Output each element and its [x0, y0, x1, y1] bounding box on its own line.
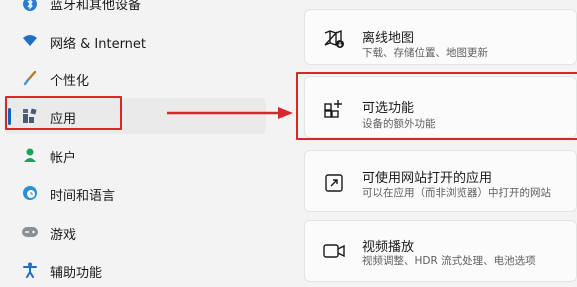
annotation-highlight-optional-features	[296, 72, 577, 140]
sidebar-item-label: 辅助功能	[50, 266, 103, 281]
sidebar-item-time-language[interactable]: 时间和语言	[4, 175, 266, 211]
card-video-playback[interactable]: 视频播放 视频调整、HDR 流式处理、电池选项	[304, 220, 577, 282]
card-title: 可使用网站打开的应用	[362, 171, 493, 186]
card-subtitle: 可以在应用（而非浏览器）中打开的网站	[362, 187, 551, 199]
sidebar-item-gaming[interactable]: 游戏	[4, 214, 266, 250]
card-subtitle: 视频调整、HDR 流式处理、电池选项	[362, 255, 536, 267]
brush-icon	[21, 69, 39, 87]
sidebar-item-label: 蓝牙和其他设备	[50, 0, 142, 13]
sidebar-item-network[interactable]: 网络 & Internet	[4, 23, 266, 59]
bluetooth-icon	[21, 0, 39, 13]
accessibility-icon	[21, 261, 39, 279]
card-apps-for-websites[interactable]: 可使用网站打开的应用 可以在应用（而非浏览器）中打开的网站	[304, 150, 577, 212]
sidebar-item-label: 游戏	[50, 228, 77, 243]
card-offline-maps[interactable]: 离线地图 下载、存储位置、地图更新	[304, 9, 577, 65]
sidebar-item-label: 网络 & Internet	[50, 37, 147, 52]
sidebar-item-label: 个性化	[50, 74, 90, 89]
person-icon	[21, 146, 39, 164]
video-icon	[322, 239, 346, 263]
open-in-app-icon	[322, 171, 346, 195]
sidebar-item-label: 帐户	[50, 151, 77, 166]
offline-map-icon	[322, 27, 346, 51]
wifi-icon	[21, 32, 39, 50]
sidebar-item-personalization[interactable]: 个性化	[4, 60, 266, 96]
sidebar-item-accounts[interactable]: 帐户	[4, 137, 266, 173]
sidebar-item-bluetooth[interactable]: 蓝牙和其他设备	[4, 0, 266, 22]
gamepad-icon	[21, 223, 39, 241]
annotation-arrow-icon	[167, 107, 293, 119]
card-title: 离线地图	[362, 31, 415, 46]
annotation-highlight-apps	[5, 96, 122, 130]
sidebar-item-accessibility[interactable]: 辅助功能	[4, 252, 266, 287]
card-subtitle: 下载、存储位置、地图更新	[362, 47, 488, 59]
settings-sidebar: 蓝牙和其他设备 网络 & Internet 个性化 应用 帐户 时间和语言 游戏…	[0, 0, 290, 287]
sidebar-item-label: 时间和语言	[50, 189, 116, 204]
globe-clock-icon	[21, 184, 39, 202]
